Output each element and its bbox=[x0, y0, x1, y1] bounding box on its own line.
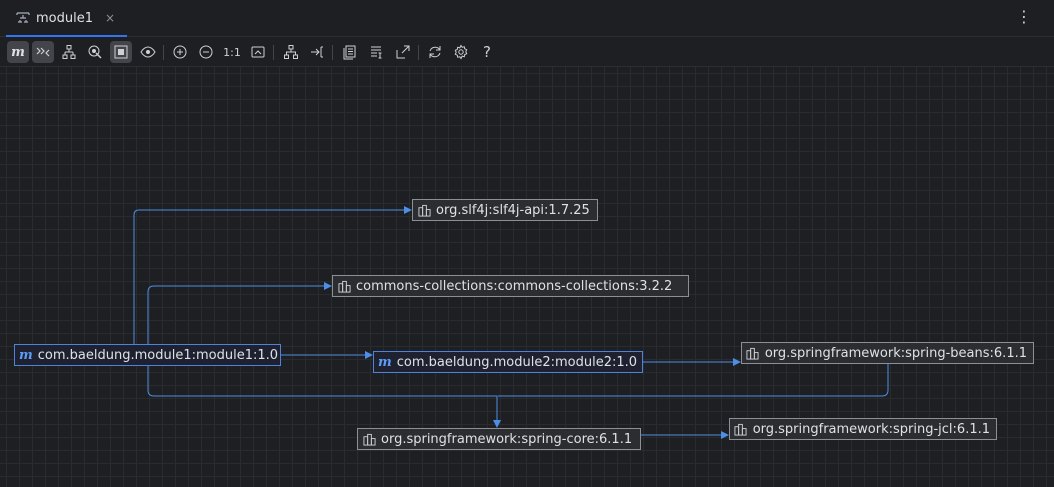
library-icon bbox=[417, 203, 431, 217]
apply-layout-button[interactable] bbox=[280, 41, 302, 63]
tab-title: module1 bbox=[36, 10, 93, 26]
toolbar-separator bbox=[418, 45, 419, 60]
toolbar-separator bbox=[273, 45, 274, 60]
text-list-icon bbox=[371, 46, 382, 59]
tab-bar: module1 × ⋮ bbox=[0, 0, 1054, 37]
frame-icon bbox=[114, 45, 128, 59]
zoom-in-button[interactable] bbox=[169, 41, 191, 63]
fit-window-button[interactable] bbox=[247, 41, 269, 63]
target-cursor-icon bbox=[88, 45, 102, 59]
maven-module-icon: m bbox=[19, 347, 33, 363]
node-spring-beans[interactable]: org.springframework:spring-beans:6.1.1 bbox=[741, 342, 1034, 364]
tree-icon bbox=[62, 45, 76, 59]
highlight-conflicts-button[interactable] bbox=[84, 41, 106, 63]
zoom-in-icon bbox=[173, 45, 187, 59]
library-icon bbox=[337, 279, 351, 293]
fit-content-button[interactable] bbox=[110, 41, 132, 63]
node-label: org.springframework:spring-beans:6.1.1 bbox=[764, 345, 1027, 361]
node-label: org.springframework:spring-jcl:6.1.1 bbox=[752, 421, 990, 437]
fit-window-icon bbox=[251, 46, 265, 58]
diagram-icon bbox=[16, 11, 30, 25]
maven-m-icon: m bbox=[11, 44, 25, 60]
copy-diagram-button[interactable] bbox=[339, 41, 361, 63]
gear-icon bbox=[454, 44, 468, 60]
node-label: org.slf4j:slf4j-api:1.7.25 bbox=[436, 202, 590, 218]
eye-icon bbox=[140, 46, 156, 58]
view-options-button[interactable] bbox=[137, 41, 159, 63]
toolbar-separator bbox=[332, 45, 333, 60]
tab-module1[interactable]: module1 × bbox=[6, 0, 128, 37]
node-commons-collections[interactable]: commons-collections:commons-collections:… bbox=[332, 275, 689, 297]
export-text-button[interactable] bbox=[366, 41, 388, 63]
hierarchy-button[interactable] bbox=[58, 41, 80, 63]
close-icon[interactable]: × bbox=[105, 11, 115, 25]
route-edges-button[interactable] bbox=[306, 41, 328, 63]
maven-modules-toggle-button[interactable]: m bbox=[7, 41, 29, 63]
refresh-button[interactable] bbox=[424, 41, 446, 63]
toolbar-separator bbox=[163, 45, 164, 60]
node-label: org.springframework:spring-core:6.1.1 bbox=[381, 431, 633, 447]
node-slf4j-api[interactable]: org.slf4j:slf4j-api:1.7.25 bbox=[412, 199, 598, 221]
help-button[interactable]: ? bbox=[476, 41, 498, 63]
node-label: com.baeldung.module2:module2:1.0 bbox=[396, 354, 638, 370]
zoom-out-icon bbox=[199, 45, 213, 59]
node-module1[interactable]: m com.baeldung.module1:module1:1.0 bbox=[14, 344, 281, 366]
help-icon: ? bbox=[483, 43, 491, 61]
show-all-dependencies-button[interactable] bbox=[32, 41, 54, 63]
library-icon bbox=[734, 422, 748, 436]
node-label: commons-collections:commons-collections:… bbox=[356, 278, 673, 294]
settings-button[interactable] bbox=[450, 41, 472, 63]
node-spring-core[interactable]: org.springframework:spring-core:6.1.1 bbox=[357, 428, 641, 450]
node-spring-jcl[interactable]: org.springframework:spring-jcl:6.1.1 bbox=[729, 418, 997, 440]
library-icon bbox=[746, 346, 760, 360]
export-image-button[interactable] bbox=[392, 41, 414, 63]
diagram-toolbar: m 1:1 ? bbox=[0, 37, 1054, 67]
node-label: com.baeldung.module1:module1:1.0 bbox=[37, 347, 279, 363]
actual-size-button[interactable]: 1:1 bbox=[221, 41, 243, 63]
route-arrow-icon bbox=[311, 46, 323, 58]
copy-icon bbox=[343, 45, 356, 60]
actual-size-label: 1:1 bbox=[223, 45, 241, 59]
export-icon bbox=[396, 45, 410, 59]
maven-module-icon: m bbox=[378, 354, 392, 370]
layout-icon bbox=[284, 45, 298, 59]
diagram-canvas[interactable]: m com.baeldung.module1:module1:1.0 m com… bbox=[0, 67, 1054, 487]
refresh-icon bbox=[429, 46, 441, 58]
library-icon bbox=[362, 432, 376, 446]
node-module2[interactable]: m com.baeldung.module2:module2:1.0 bbox=[373, 351, 643, 373]
more-options-icon[interactable]: ⋮ bbox=[1016, 9, 1032, 25]
zoom-out-button[interactable] bbox=[195, 41, 217, 63]
double-chevron-icon bbox=[36, 47, 50, 57]
